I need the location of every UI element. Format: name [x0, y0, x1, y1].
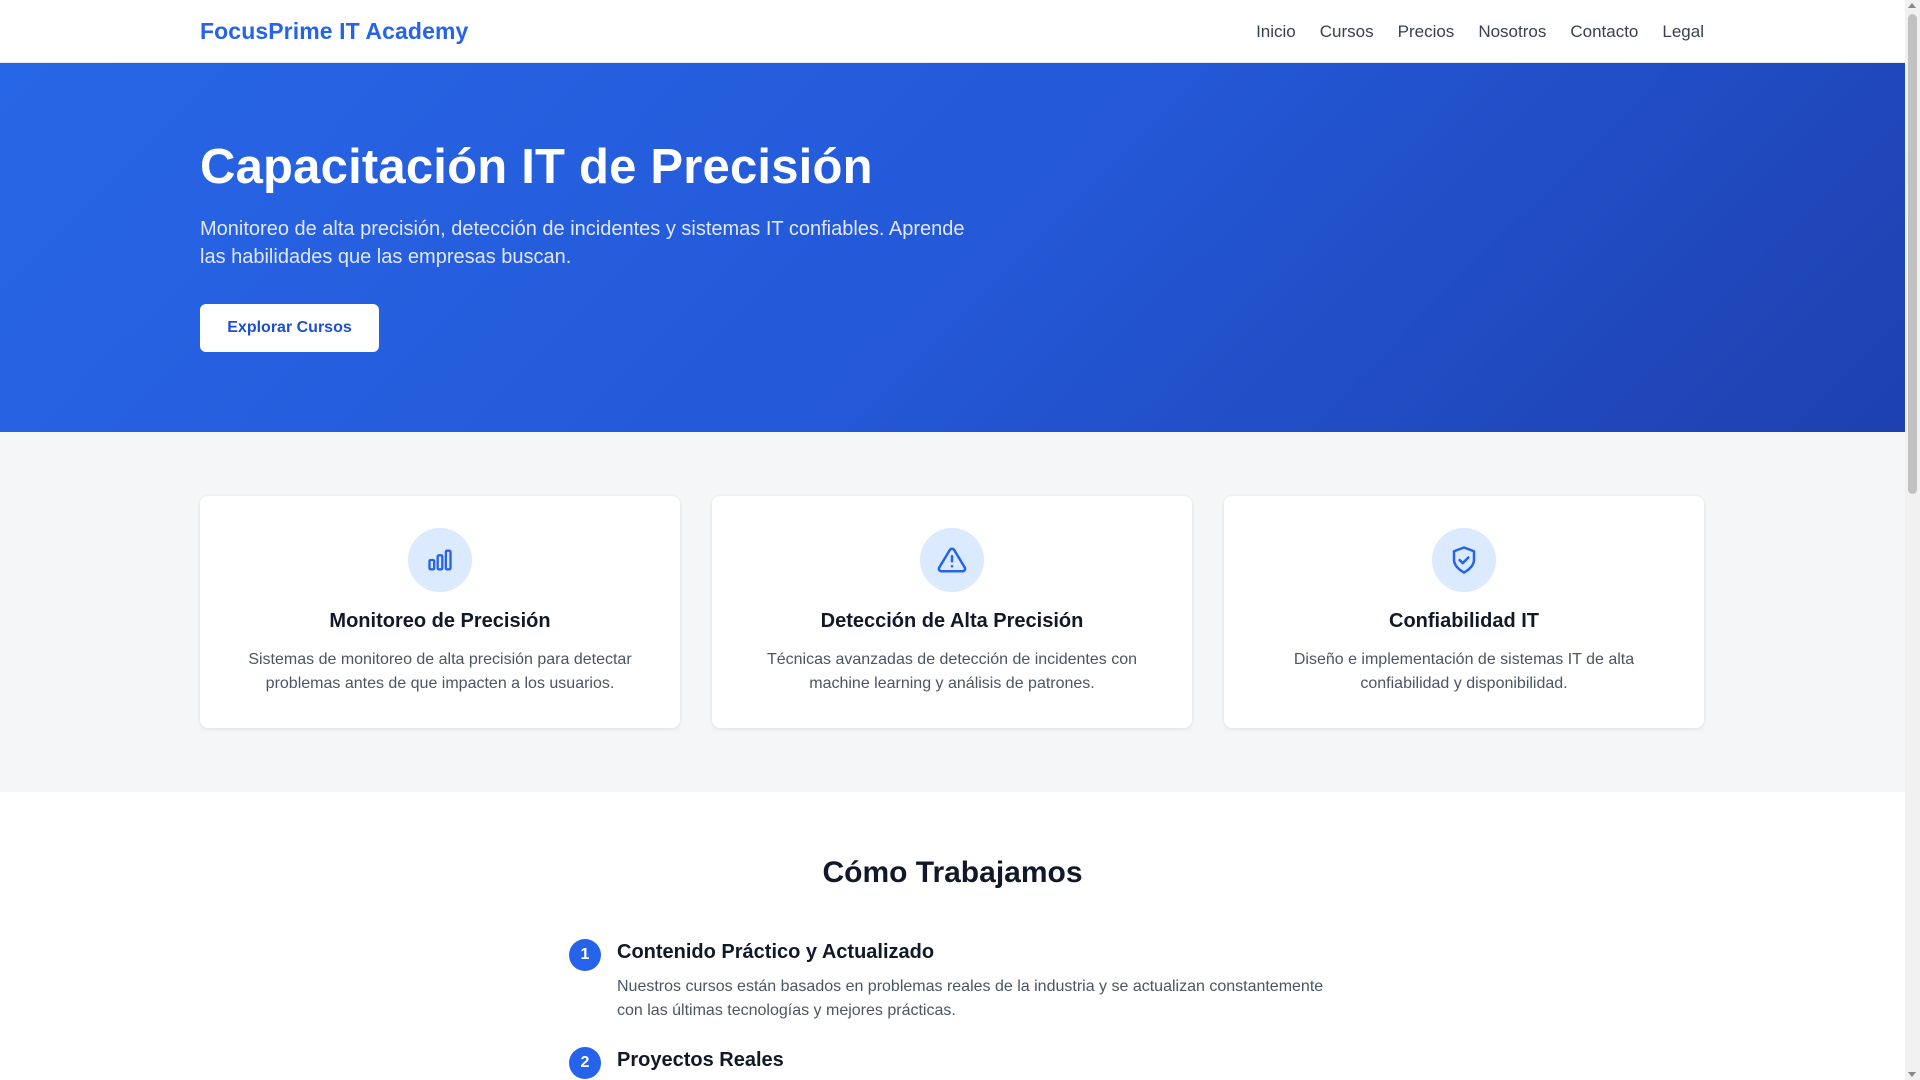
- site-header: FocusPrime IT Academy Inicio Cursos Prec…: [0, 0, 1905, 63]
- nav-link-precios[interactable]: Precios: [1398, 22, 1455, 42]
- hero-title: Capacitación IT de Precisión: [200, 140, 873, 194]
- how-we-work-section: Cómo Trabajamos 1 Contenido Práctico y A…: [0, 792, 1905, 1080]
- step-title: Contenido Práctico y Actualizado: [617, 941, 935, 963]
- scroll-up-arrow-icon[interactable]: [1908, 3, 1916, 8]
- brand-logo-link[interactable]: FocusPrime IT Academy: [200, 18, 468, 45]
- feature-card-monitoring: Monitoreo de Precisión Sistemas de monit…: [200, 496, 680, 728]
- hero-section: Capacitación IT de Precisión Monitoreo d…: [0, 63, 1905, 432]
- warning-triangle-icon: [920, 528, 984, 592]
- feature-description: Técnicas avanzadas de detección de incid…: [766, 651, 1137, 692]
- main-nav: Inicio Cursos Precios Nosotros Contacto …: [1256, 22, 1704, 42]
- feature-card-reliability: Confiabilidad IT Diseño e implementación…: [1224, 496, 1704, 728]
- feature-description: Diseño e implementación de sistemas IT d…: [1293, 651, 1635, 692]
- feature-card-detection: Detección de Alta Precisión Técnicas ava…: [712, 496, 1192, 728]
- bar-chart-icon: [408, 528, 472, 592]
- nav-link-nosotros[interactable]: Nosotros: [1478, 22, 1546, 42]
- feature-title: Confiabilidad IT: [1389, 610, 1539, 632]
- scroll-down-arrow-icon[interactable]: [1908, 1072, 1916, 1077]
- step-number-badge: 2: [569, 1047, 601, 1079]
- step-title: Proyectos Reales: [617, 1049, 784, 1071]
- feature-description: Sistemas de monitoreo de alta precisión …: [248, 651, 632, 692]
- step-description: Nuestros cursos están basados en problem…: [617, 978, 1324, 1019]
- hero-subtitle: Monitoreo de alta precisión, detección d…: [200, 218, 965, 268]
- step-number-badge: 1: [569, 939, 601, 971]
- nav-link-contacto[interactable]: Contacto: [1570, 22, 1638, 42]
- feature-title: Detección de Alta Precisión: [820, 610, 1084, 632]
- page-scrollbar[interactable]: [1905, 0, 1920, 1080]
- shield-check-icon: [1432, 528, 1496, 592]
- nav-link-inicio[interactable]: Inicio: [1256, 22, 1296, 42]
- header-container: FocusPrime IT Academy Inicio Cursos Prec…: [200, 0, 1704, 63]
- feature-title: Monitoreo de Precisión: [329, 610, 551, 632]
- nav-link-legal[interactable]: Legal: [1662, 22, 1704, 42]
- section-title: Cómo Trabajamos: [822, 856, 1083, 889]
- nav-link-cursos[interactable]: Cursos: [1320, 22, 1374, 42]
- scrollbar-thumb[interactable]: [1908, 14, 1917, 494]
- features-section: Monitoreo de Precisión Sistemas de monit…: [0, 432, 1905, 792]
- explore-courses-button[interactable]: Explorar Cursos: [200, 304, 379, 352]
